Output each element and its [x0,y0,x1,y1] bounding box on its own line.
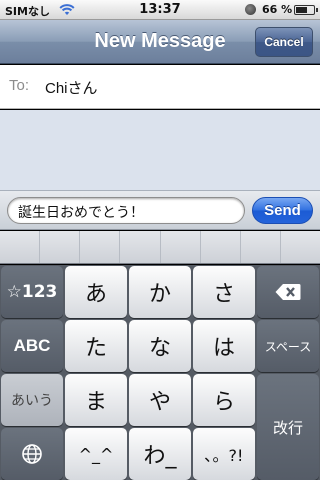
keyboard: ☆123 ABC あいう あ た ま ^_^ か な や わ_ さ は ら ､。… [0,265,320,480]
candidate-slot[interactable] [40,231,81,263]
candidate-slot[interactable] [281,231,320,263]
battery-level-fill [296,7,307,13]
cancel-button[interactable]: Cancel [255,27,313,57]
battery-percent: 66 % [262,3,293,16]
abc-mode-label: ABC [13,336,51,355]
key-label: た [84,336,107,361]
compose-bar: 誕生日おめでとう！ Send [0,190,320,230]
key-ta[interactable]: た [65,320,127,372]
key-label: わ_ [143,444,177,469]
key-wa[interactable]: わ_ [129,428,191,480]
delete-key[interactable] [257,266,319,318]
rotation-lock-icon [245,4,256,15]
key-label: や [148,390,171,415]
message-input[interactable]: 誕生日おめでとう！ [7,197,245,224]
kana-mode-key[interactable]: あいう [1,374,63,426]
space-key[interactable]: スペース [257,320,319,372]
key-label: ^_^ [78,444,114,464]
key-ra[interactable]: ら [193,374,255,426]
candidate-slot[interactable] [161,231,201,263]
candidate-bar [0,231,320,264]
key-sa[interactable]: さ [193,266,255,318]
to-label: To: [9,77,30,94]
status-bar: SIMなし 13:37 66 % [0,0,320,20]
return-key-label: 改行 [272,418,303,437]
key-ya[interactable]: や [129,374,191,426]
key-na[interactable]: な [129,320,191,372]
send-button[interactable]: Send [252,197,313,224]
key-label: な [148,336,171,361]
battery-icon [294,5,318,15]
key-emoticon[interactable]: ^_^ [65,428,127,480]
to-field[interactable]: To: Chiさん [0,65,320,109]
abc-mode-key[interactable]: ABC [1,320,63,372]
kana-mode-label: あいう [11,393,53,409]
candidate-slot[interactable] [201,231,241,263]
key-ha[interactable]: は [193,320,255,372]
candidate-slot[interactable] [80,231,121,263]
candidate-slot[interactable] [0,231,41,263]
key-label: ま [84,390,107,415]
key-ma[interactable]: ま [65,374,127,426]
return-key[interactable]: 改行 [257,374,319,480]
numbers-mode-label: ☆123 [6,282,58,302]
key-label: か [148,282,171,307]
numbers-mode-key[interactable]: ☆123 [1,266,63,318]
key-punctuation[interactable]: ､。?! [193,428,255,480]
key-label: さ [212,282,235,307]
key-label: は [212,336,235,361]
conversation-area [0,110,320,190]
key-label: ､。?! [204,446,244,465]
space-key-label: スペース [264,339,312,354]
navigation-bar: New Message Cancel [0,20,320,64]
globe-icon [22,444,42,464]
delete-key-icon [275,284,301,300]
candidate-slot[interactable] [120,231,161,263]
candidate-slot[interactable] [241,231,281,263]
recipient-name[interactable]: Chiさん [45,77,98,98]
key-label: あ [84,282,107,307]
key-ka[interactable]: か [129,266,191,318]
globe-key[interactable] [1,428,63,480]
key-label: ら [212,390,235,415]
key-a[interactable]: あ [65,266,127,318]
